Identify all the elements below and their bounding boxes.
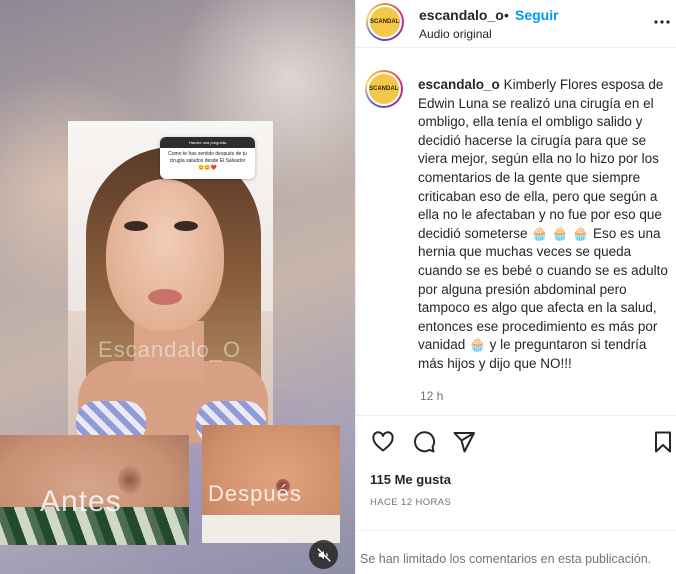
before-photo: Antes	[0, 435, 189, 545]
heart-icon[interactable]	[371, 430, 395, 454]
after-label: Después	[208, 481, 302, 506]
avatar[interactable]: ESCANDALO	[366, 3, 404, 41]
separator-dot: •	[504, 7, 509, 23]
watermark: Escandalo_O	[98, 337, 242, 362]
avatar-logo: ESCANDALO	[368, 5, 402, 39]
more-options-button[interactable]	[652, 12, 672, 32]
mute-button[interactable]	[309, 540, 338, 569]
follow-button[interactable]: Seguir	[515, 7, 559, 23]
post-header: ESCANDALO escandalo_o • Seguir Audio ori…	[356, 0, 676, 48]
comment-icon[interactable]	[412, 430, 436, 454]
send-icon[interactable]	[452, 430, 476, 454]
caption-avatar[interactable]: ESCANDALO	[365, 70, 403, 108]
caption: escandalo_o Kimberly Flores esposa de Ed…	[418, 76, 673, 374]
question-sticker: Hazme una pregunta Como te has sentido d…	[160, 137, 255, 179]
woman-face	[106, 179, 224, 331]
post-media[interactable]: Hazme una pregunta Como te has sentido d…	[0, 0, 355, 574]
caption-username[interactable]: escandalo_o	[418, 77, 500, 92]
bookmark-icon[interactable]	[651, 430, 675, 454]
question-sticker-header: Hazme una pregunta	[160, 137, 255, 148]
before-label: Antes	[40, 485, 122, 518]
divider	[356, 415, 676, 416]
more-icon	[654, 20, 670, 24]
caption-text: Kimberly Flores esposa de Edwin Luna se …	[418, 77, 668, 371]
post-date[interactable]: HACE 12 HORAS	[370, 497, 451, 508]
avatar-logo: ESCANDALO	[367, 72, 401, 106]
question-sticker-text: Como te has sentido después de tu cirugí…	[168, 151, 247, 171]
audio-link[interactable]: Audio original	[419, 27, 492, 41]
story-screenshot: Hazme una pregunta Como te has sentido d…	[68, 121, 273, 443]
after-photo: Después	[202, 425, 340, 543]
comments-limited-notice: Se han limitado los comentarios en esta …	[360, 552, 652, 566]
likes-count[interactable]: 115 Me gusta	[370, 472, 451, 487]
muted-speaker-icon	[316, 547, 331, 562]
header-username[interactable]: escandalo_o	[419, 7, 504, 23]
caption-timestamp[interactable]: 12 h	[420, 389, 443, 403]
